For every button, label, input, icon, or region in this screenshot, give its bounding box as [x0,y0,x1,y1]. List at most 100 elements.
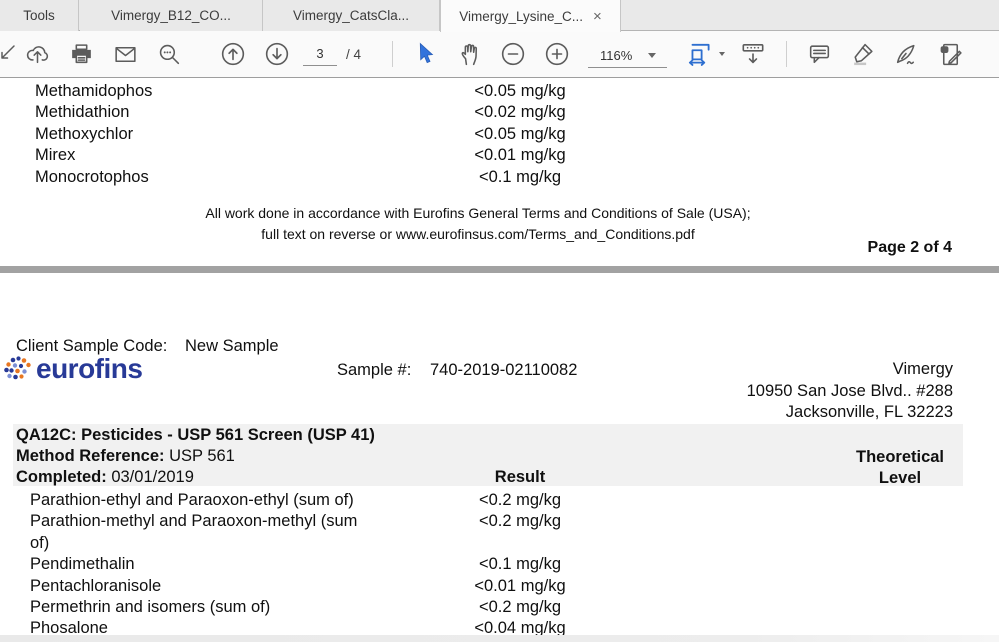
hand-tool-icon[interactable] [454,39,484,69]
tab-document-label: Vimergy_B12_CO... [111,8,231,23]
page-number-input[interactable]: 3 [303,44,337,66]
comment-icon[interactable] [804,39,834,69]
terms-footer-line2: full text on reverse or www.eurofinsus.c… [0,224,956,245]
table-row: Methoxychlor <0.05 mg/kg [0,124,999,145]
analyte-result: <0.05 mg/kg [420,124,620,145]
analyte-result: <0.2 mg/kg [420,511,620,532]
search-icon[interactable] [154,39,184,69]
toolbar: 3 / 4 116% [0,31,999,78]
analyte-name: Monocrotophos [35,167,420,188]
table-row: Permethrin and isomers (sum of) <0.2 mg/… [0,597,999,618]
pdf-viewer-window: Tools Vimergy_B12_CO... Vimergy_CatsCla.… [0,0,999,642]
sample-number-label: Sample #: [337,361,411,379]
document-view: Methamidophos <0.05 mg/kg Methidathion <… [0,78,999,642]
client-city: Jacksonville, FL 32223 [747,402,953,424]
email-icon[interactable] [110,39,140,69]
analyte-name: Methamidophos [35,81,420,102]
method-reference-line: Method Reference: USP 561 [16,447,235,466]
sample-number-value: 740-2019-02110082 [430,361,577,380]
result-column-header: Result [420,468,620,487]
share-cloud-upload-icon[interactable] [22,39,52,69]
tab-document-catsclaw[interactable]: Vimergy_CatsCla... [263,0,440,31]
analyte-result: <0.2 mg/kg [420,597,620,618]
analyte-name: Mirex [35,145,420,166]
customize-tools-partial-icon[interactable] [0,39,18,69]
pesticide-table-page2: Methamidophos <0.05 mg/kg Methidathion <… [0,81,999,188]
tab-tools-label: Tools [23,8,55,23]
tab-document-label: Vimergy_CatsCla... [293,8,409,23]
zoom-level-value: 116% [600,48,632,63]
close-tab-icon[interactable]: × [593,9,602,24]
client-sample-value: New Sample [185,337,279,356]
analyte-result: <0.02 mg/kg [420,102,620,123]
terms-footer: All work done in accordance with Eurofin… [0,203,956,244]
page-total-label: / 4 [346,47,361,62]
method-reference-label: Method Reference: [16,447,165,465]
client-name: Vimergy [747,359,953,381]
toolbar-separator [786,41,787,67]
table-row: Parathion-ethyl and Paraoxon-ethyl (sum … [0,490,999,511]
table-row: Parathion-methyl and Paraoxon-methyl (su… [0,511,999,554]
highlight-icon[interactable] [847,39,877,69]
next-section-band-edge [0,635,999,642]
tab-bar: Tools Vimergy_B12_CO... Vimergy_CatsCla.… [0,0,999,31]
table-row: Pentachloranisole <0.01 mg/kg [0,576,999,597]
completed-line: Completed: 03/01/2019 [16,468,194,487]
tab-tools[interactable]: Tools [0,0,79,31]
analyte-result: <0.2 mg/kg [420,490,620,511]
page-number-label: Page 2 of 4 [868,239,952,257]
toolbar-separator [392,41,393,67]
client-address-block: Vimergy 10950 San Jose Blvd.. #288 Jacks… [747,359,953,424]
zoom-out-icon[interactable] [498,39,528,69]
theoretical-header-line1: Theoretical [850,447,950,468]
analyte-result: <0.1 mg/kg [420,167,620,188]
zoom-level-control[interactable]: 116% [588,44,667,68]
eurofins-logo-text: eurofins [36,353,142,385]
analyte-name: Methoxychlor [35,124,420,145]
select-tool-icon[interactable] [410,39,440,69]
print-icon[interactable] [66,39,96,69]
edit-pdf-icon[interactable] [935,39,965,69]
table-row: Methidathion <0.02 mg/kg [0,102,999,123]
client-street: 10950 San Jose Blvd.. #288 [747,381,953,403]
fit-width-icon[interactable] [685,39,715,69]
page-scroll-mode-icon[interactable] [738,39,768,69]
tab-document-label: Vimergy_Lysine_C... [459,9,583,24]
analyte-name: Pentachloranisole [30,576,420,597]
analyte-name: Parathion-methyl and Paraoxon-methyl (su… [30,511,420,554]
chevron-down-icon[interactable] [648,53,656,58]
theoretical-level-column-header: Theoretical Level [850,447,950,489]
analyte-name: Methidathion [35,102,420,123]
fill-and-sign-icon[interactable] [891,39,921,69]
method-reference-value: USP 561 [165,447,235,465]
page-2: Methamidophos <0.05 mg/kg Methidathion <… [0,78,999,266]
page-3: Client Sample Code: New Sample [0,273,999,642]
analyte-result: <0.05 mg/kg [420,81,620,102]
sample-number-line: Sample #: 740-2019-02110082 [337,361,411,380]
table-row: Monocrotophos <0.1 mg/kg [0,167,999,188]
completed-label: Completed: [16,468,107,486]
table-row: Methamidophos <0.05 mg/kg [0,81,999,102]
section-header-band: QA12C: Pesticides - USP 561 Screen (USP … [13,424,963,486]
table-row: Pendimethalin <0.1 mg/kg [0,554,999,575]
analyte-name: Parathion-ethyl and Paraoxon-ethyl (sum … [30,490,420,511]
analyte-result: <0.1 mg/kg [420,554,620,575]
analyte-result: <0.01 mg/kg [420,145,620,166]
analyte-result: <0.01 mg/kg [420,576,620,597]
zoom-in-icon[interactable] [542,39,572,69]
next-page-icon[interactable] [262,39,292,69]
tab-document-lysine-active[interactable]: Vimergy_Lysine_C... × [440,0,621,32]
table-row: Mirex <0.01 mg/kg [0,145,999,166]
eurofins-logo: eurofins [3,355,203,389]
pesticide-table-page3: Parathion-ethyl and Paraoxon-ethyl (sum … [0,490,999,640]
section-title: QA12C: Pesticides - USP 561 Screen (USP … [16,426,375,445]
tab-document-b12[interactable]: Vimergy_B12_CO... [80,0,263,31]
theoretical-header-line2: Level [850,468,950,489]
analyte-name: Pendimethalin [30,554,420,575]
page-divider [0,266,999,273]
analyte-name: Permethrin and isomers (sum of) [30,597,420,618]
fit-width-chevron-down-icon[interactable] [719,52,725,56]
terms-footer-line1: All work done in accordance with Eurofin… [0,203,956,224]
previous-page-icon[interactable] [218,39,248,69]
eurofins-logo-dots-icon [3,355,35,389]
